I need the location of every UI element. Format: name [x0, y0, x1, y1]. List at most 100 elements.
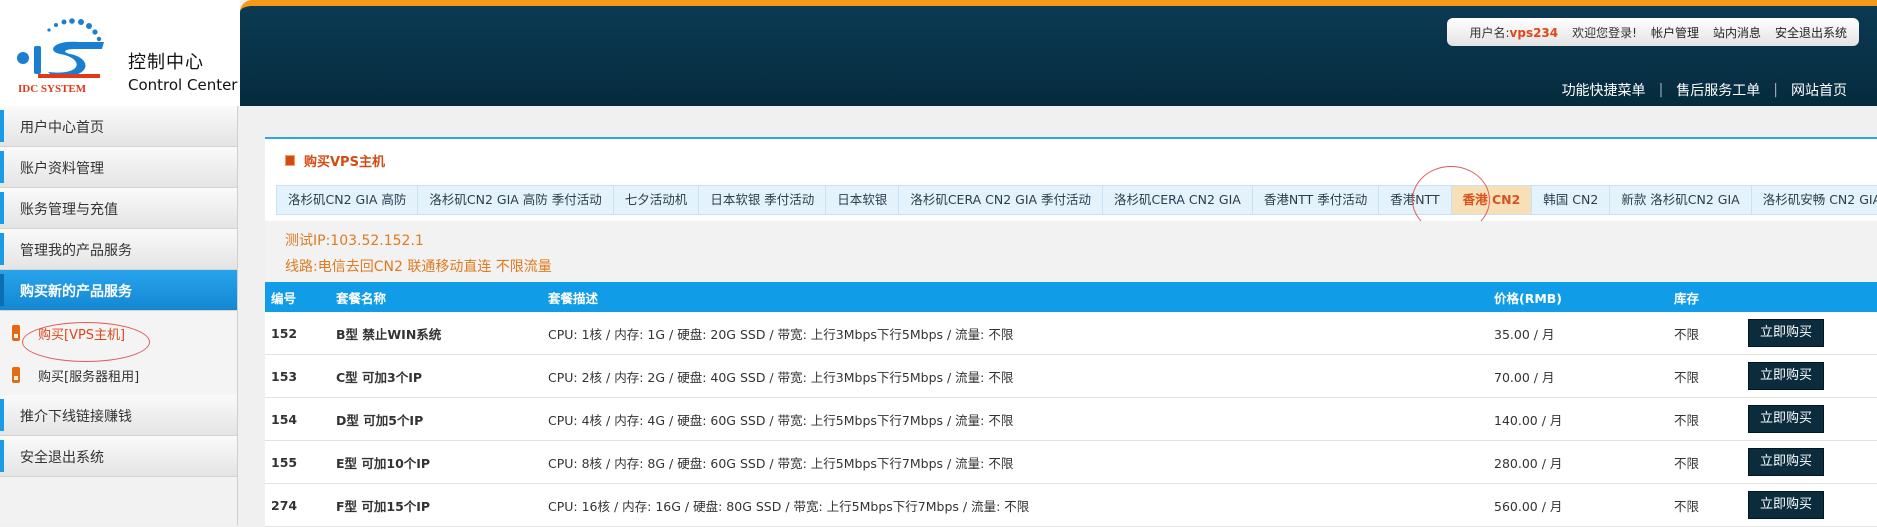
sidebar-marker — [0, 274, 4, 306]
cell-price: 140.00 / 月 — [1488, 397, 1668, 441]
col-header-id: 编号 — [265, 282, 330, 312]
title-marker-icon — [285, 155, 295, 166]
col-header-name: 套餐名称 — [330, 282, 542, 312]
top-nav: 功能快捷菜单 | 售后服务工单 | 网站首页 — [1562, 80, 1847, 100]
sidebar: 用户中心首页 账户资料管理 账务管理与充值 管理我的产品服务 购买新的产品服务 … — [0, 106, 238, 525]
sidebar-item-account-profile[interactable]: 账户资料管理 — [0, 147, 237, 188]
cell-id: 154 — [265, 397, 330, 441]
route-text: 线路:电信去回CN2 联通移动直连 不限流量 — [285, 259, 552, 275]
tab-la-anchang-cn2-gia[interactable]: 洛杉矶安畅 CN2 GIA — [1752, 186, 1877, 214]
cell-id: 153 — [265, 354, 330, 398]
cell-stock: 不限 — [1668, 312, 1742, 355]
sidebar-item-user-center[interactable]: 用户中心首页 — [0, 106, 237, 147]
table-row: 152 B型 禁止WIN系统 CPU: 1核 / 内存: 1G / 硬盘: 20… — [265, 312, 1877, 355]
sidebar-subitem-buy-server[interactable]: 购买[服务器租用] — [0, 353, 237, 395]
user-bar: 用户名:vps234 欢迎您登录! 帐户管理 站内消息 安全退出系统 — [1447, 18, 1859, 46]
table-row: 153 C型 可加3个IP CPU: 2核 / 内存: 2G / 硬盘: 40G… — [265, 354, 1877, 398]
product-table: 编号 套餐名称 套餐描述 价格(RMB) 库存 152 B型 禁止WIN系统 C… — [265, 282, 1877, 527]
homepage-link[interactable]: 网站首页 — [1791, 80, 1847, 100]
tab-la-cera-cn2-gia-quarterly[interactable]: 洛杉矶CERA CN2 GIA 季付活动 — [899, 186, 1104, 214]
tab-la-cn2-gia-ddos-quarterly[interactable]: 洛杉矶CN2 GIA 高防 季付活动 — [418, 186, 614, 214]
cell-action: 立即购买 — [1742, 397, 1877, 441]
logo-title-cn: 控制中心 — [128, 52, 204, 73]
buy-now-button[interactable]: 立即购买 — [1748, 319, 1825, 347]
sidebar-item-billing[interactable]: 账务管理与充值 — [0, 188, 237, 229]
cell-name: F型 可加15个IP — [330, 483, 542, 527]
sidebar-marker — [0, 192, 4, 224]
sidebar-item-my-products[interactable]: 管理我的产品服务 — [0, 229, 237, 270]
sidebar-marker — [0, 440, 4, 472]
cell-name: E型 可加10个IP — [330, 440, 542, 484]
sidebar-item-referral[interactable]: 推介下线链接赚钱 — [0, 395, 237, 436]
main-panel: 购买VPS主机 洛杉矶CN2 GIA 高防 洛杉矶CN2 GIA 高防 季付活动… — [265, 137, 1877, 527]
sidebar-subitem-label: 购买[服务器租用] — [38, 370, 140, 385]
table-header-row: 编号 套餐名称 套餐描述 价格(RMB) 库存 — [265, 282, 1877, 312]
sidebar-item-label: 账务管理与充值 — [20, 202, 118, 218]
top-header: 用户名:vps234 欢迎您登录! 帐户管理 站内消息 安全退出系统 功能快捷菜… — [240, 0, 1877, 106]
sidebar-item-label: 用户中心首页 — [20, 120, 104, 136]
tab-la-cera-cn2-gia[interactable]: 洛杉矶CERA CN2 GIA — [1103, 186, 1253, 214]
sidebar-item-buy-products[interactable]: 购买新的产品服务 — [0, 270, 237, 311]
buy-now-button[interactable]: 立即购买 — [1748, 362, 1825, 390]
logo-title-en: Control Center — [128, 76, 238, 94]
table-row: 155 E型 可加10个IP CPU: 8核 / 内存: 8G / 硬盘: 60… — [265, 440, 1877, 484]
tab-japan-softbank-quarterly[interactable]: 日本软银 季付活动 — [699, 186, 827, 214]
cell-name: D型 可加5个IP — [330, 397, 542, 441]
tab-la-cn2-gia-ddos[interactable]: 洛杉矶CN2 GIA 高防 — [277, 186, 419, 214]
welcome-text: 欢迎您登录! — [1572, 25, 1637, 40]
sidebar-item-label: 推介下线链接赚钱 — [20, 409, 132, 425]
tab-hk-ntt-quarterly[interactable]: 香港NTT 季付活动 — [1253, 186, 1380, 214]
cell-id: 155 — [265, 440, 330, 484]
panel-title-text: 购买VPS主机 — [304, 155, 385, 170]
cell-desc: CPU: 1核 / 内存: 1G / 硬盘: 20G SSD / 带宽: 上行3… — [542, 312, 1488, 355]
buy-now-button[interactable]: 立即购买 — [1748, 491, 1825, 519]
cell-action: 立即购买 — [1742, 483, 1877, 527]
cell-desc: CPU: 8核 / 内存: 8G / 硬盘: 60G SSD / 带宽: 上行5… — [542, 440, 1488, 484]
test-ip-text: 测试IP:103.52.152.1 — [285, 233, 424, 249]
support-ticket-link[interactable]: 售后服务工单 — [1676, 80, 1760, 100]
sidebar-marker — [0, 399, 4, 431]
cell-stock: 不限 — [1668, 440, 1742, 484]
cell-id: 274 — [265, 483, 330, 527]
cell-action: 立即购买 — [1742, 440, 1877, 484]
tab-qixi-promo[interactable]: 七夕活动机 — [614, 186, 700, 214]
buy-now-button[interactable]: 立即购买 — [1748, 448, 1825, 476]
sidebar-marker — [0, 110, 4, 142]
username-label: 用户名:vps234 — [1469, 25, 1559, 40]
tab-korea-cn2[interactable]: 韩国 CN2 — [1532, 186, 1611, 214]
cell-stock: 不限 — [1668, 354, 1742, 398]
panel-title: 购买VPS主机 — [285, 151, 385, 170]
site-messages-link[interactable]: 站内消息 — [1713, 24, 1761, 41]
bullet-icon — [12, 325, 20, 341]
cell-desc: CPU: 2核 / 内存: 2G / 硬盘: 40G SSD / 带宽: 上行3… — [542, 354, 1488, 398]
sidebar-item-label: 安全退出系统 — [20, 450, 104, 466]
col-header-action — [1742, 282, 1877, 312]
sidebar-item-logout[interactable]: 安全退出系统 — [0, 436, 237, 477]
bullet-icon — [12, 367, 20, 383]
cell-action: 立即购买 — [1742, 354, 1877, 398]
table-row: 154 D型 可加5个IP CPU: 4核 / 内存: 4G / 硬盘: 60G… — [265, 397, 1877, 441]
col-header-price: 价格(RMB) — [1488, 282, 1668, 312]
tab-new-la-cn2-gia[interactable]: 新款 洛杉矶CN2 GIA — [1610, 186, 1752, 214]
col-header-desc: 套餐描述 — [542, 282, 1488, 312]
sidebar-item-label: 购买新的产品服务 — [20, 284, 132, 300]
col-header-stock: 库存 — [1668, 282, 1742, 312]
logo-badge-text: IDC SYSTEM — [18, 83, 87, 95]
highlight-circle — [22, 322, 150, 362]
cell-name: B型 禁止WIN系统 — [330, 312, 542, 355]
logo: IDC SYSTEM 控制中心 Control Center — [0, 0, 240, 106]
nav-divider: | — [1658, 82, 1664, 98]
quick-menu-link[interactable]: 功能快捷菜单 — [1562, 80, 1646, 100]
table-row: 274 F型 可加15个IP CPU: 16核 / 内存: 16G / 硬盘: … — [265, 483, 1877, 527]
cell-price: 280.00 / 月 — [1488, 440, 1668, 484]
sidebar-marker — [0, 233, 4, 265]
cell-price: 560.00 / 月 — [1488, 483, 1668, 527]
buy-now-button[interactable]: 立即购买 — [1748, 405, 1825, 433]
cell-desc: CPU: 16核 / 内存: 16G / 硬盘: 80G SSD / 带宽: 上… — [542, 483, 1488, 527]
product-info: 测试IP:103.52.152.1 线路:电信去回CN2 联通移动直连 不限流量 — [265, 221, 1877, 282]
cell-name: C型 可加3个IP — [330, 354, 542, 398]
logout-link[interactable]: 安全退出系统 — [1775, 24, 1847, 41]
tab-japan-softbank[interactable]: 日本软银 — [826, 186, 900, 214]
cell-stock: 不限 — [1668, 483, 1742, 527]
account-management-link[interactable]: 帐户管理 — [1651, 24, 1699, 41]
